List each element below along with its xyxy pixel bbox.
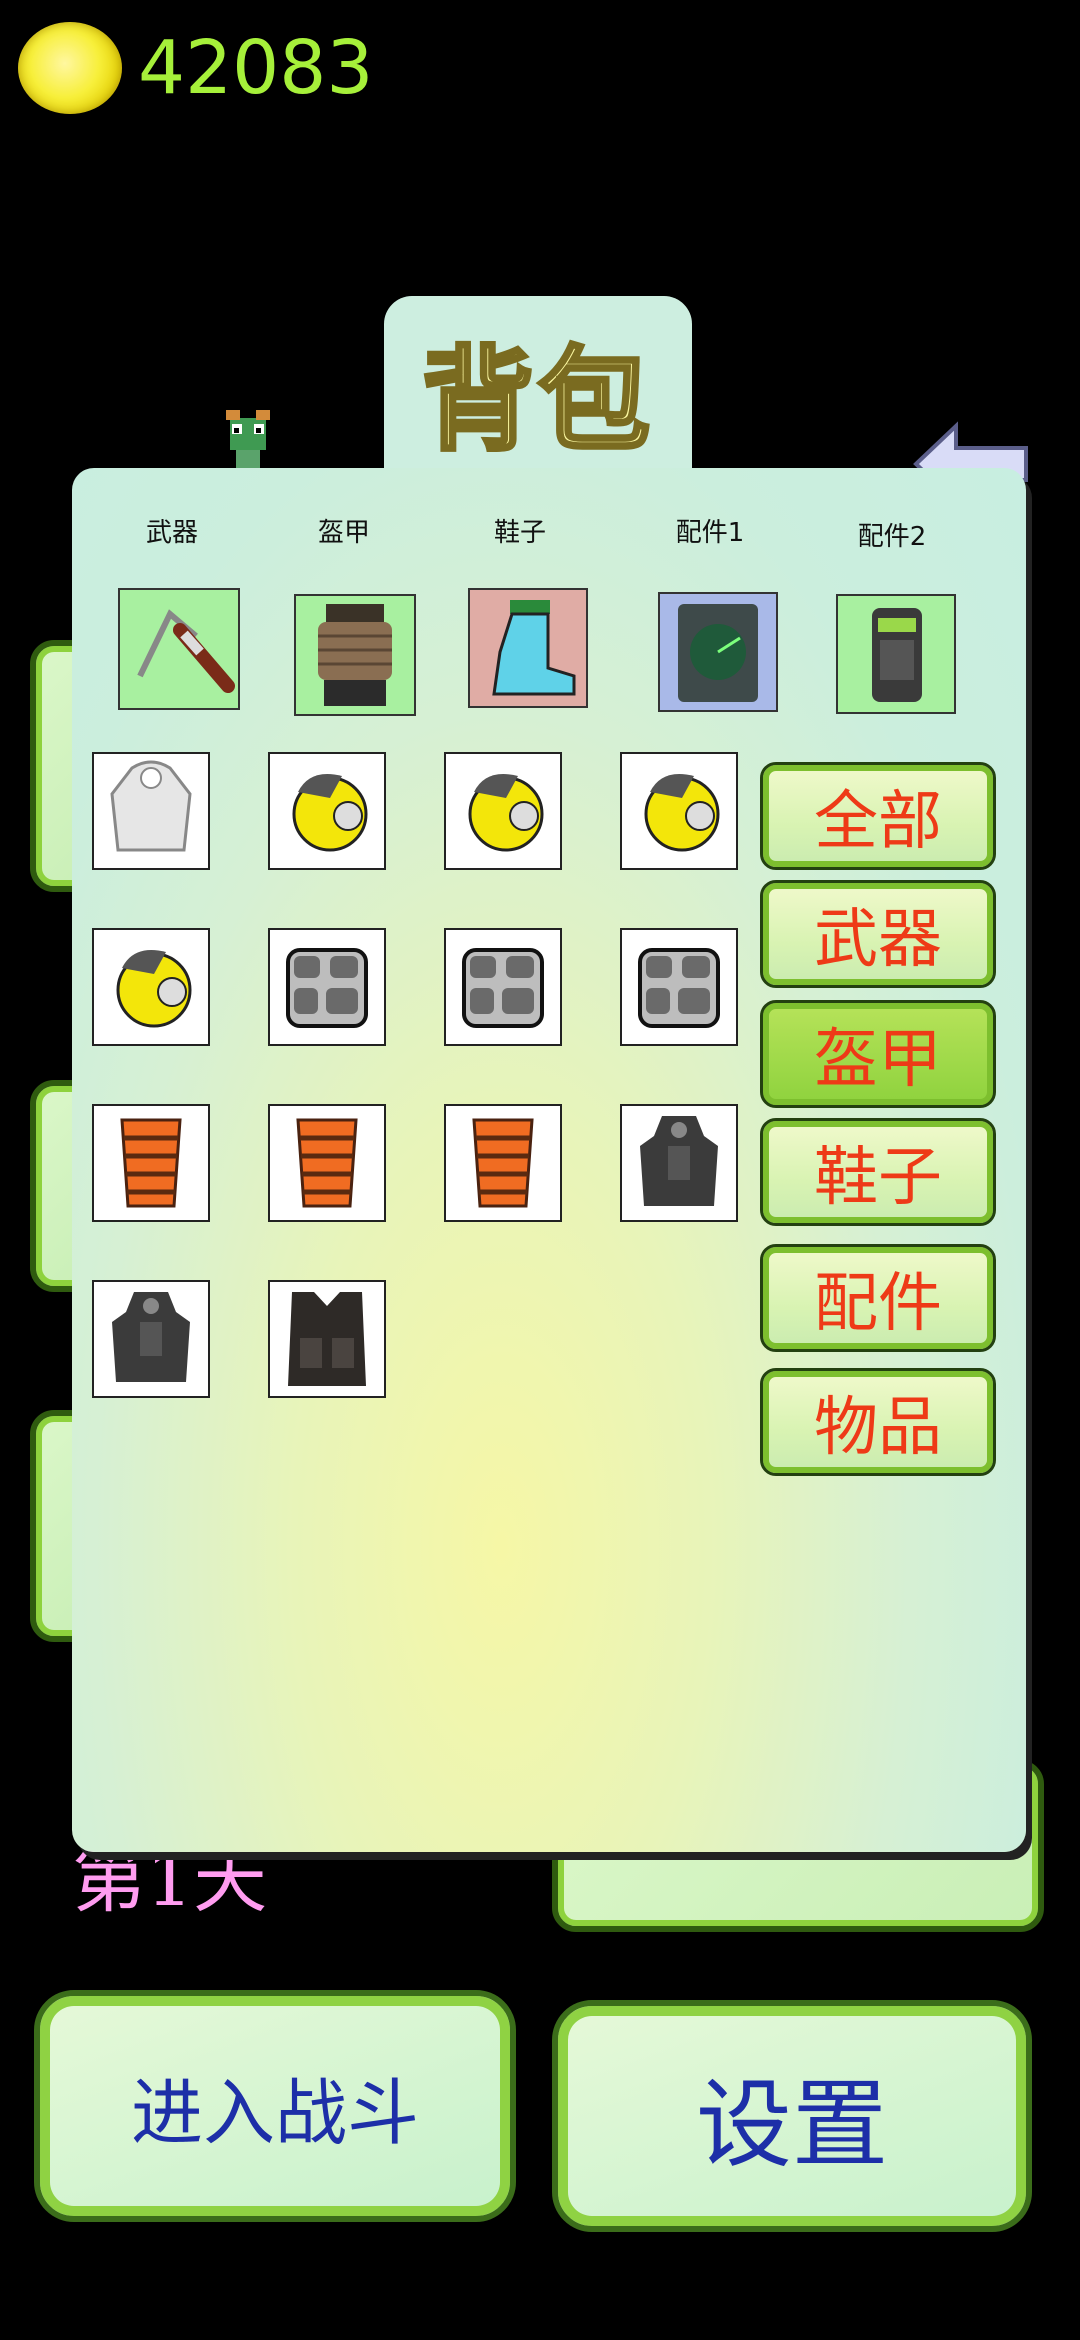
yellow-armor-icon — [116, 950, 192, 1028]
inventory-slot[interactable] — [620, 928, 738, 1046]
coin-icon — [18, 22, 122, 114]
equipped-armor-slot[interactable] — [294, 594, 416, 716]
inventory-slot[interactable] — [444, 1104, 562, 1222]
inventory-slot[interactable] — [92, 928, 210, 1046]
category-armor-button[interactable]: 盔甲 — [760, 1000, 996, 1108]
slot-label-armor: 盔甲 — [317, 518, 370, 548]
inventory-slot[interactable] — [268, 1280, 386, 1398]
character-sprite — [218, 410, 278, 470]
category-items-button[interactable]: 物品 — [760, 1368, 996, 1476]
hoodie-icon — [110, 760, 192, 852]
tactical-vest-icon — [288, 1292, 366, 1386]
slot-label-accessory-2: 配件2 — [857, 522, 927, 552]
category-all-button[interactable]: 全部 — [760, 762, 996, 870]
equipped-accessory2-slot[interactable] — [836, 594, 956, 714]
slot-label-shoes: 鞋子 — [493, 518, 546, 548]
inventory-slot[interactable] — [444, 928, 562, 1046]
mech-armor-icon — [112, 1292, 190, 1382]
inventory-slot[interactable] — [268, 928, 386, 1046]
settings-button[interactable]: 设置 — [552, 2000, 1032, 2232]
page-title: 背包 — [420, 333, 654, 468]
inventory-slot[interactable] — [268, 1104, 386, 1222]
enter-battle-button[interactable]: 进入战斗 — [34, 1990, 516, 2222]
category-accessory-button[interactable]: 配件 — [760, 1244, 996, 1352]
sickle-weapon-icon — [137, 609, 235, 693]
yellow-armor-icon — [468, 774, 544, 852]
striped-armor-icon — [120, 1118, 182, 1208]
stone-armor-icon — [462, 948, 544, 1028]
slot-label-accessory-1: 配件1 — [675, 518, 745, 548]
stone-armor-icon — [286, 948, 368, 1028]
striped-armor-icon — [472, 1118, 534, 1208]
coin-count: 42083 — [138, 25, 374, 111]
mech-armor-icon — [640, 1116, 718, 1206]
equipped-accessory1-slot[interactable] — [658, 592, 778, 712]
slot-label-weapon: 武器 — [145, 518, 198, 548]
inventory-slot[interactable] — [268, 752, 386, 870]
inventory-slot[interactable] — [620, 1104, 738, 1222]
inventory-slot[interactable] — [620, 752, 738, 870]
yellow-armor-icon — [644, 774, 720, 852]
inventory-slot[interactable] — [92, 752, 210, 870]
boot-icon — [492, 600, 576, 696]
equipped-weapon-slot[interactable] — [118, 588, 240, 710]
radar-device-icon — [678, 604, 758, 702]
stone-armor-icon — [638, 948, 720, 1028]
striped-armor-icon — [296, 1118, 358, 1208]
inventory-slot[interactable] — [92, 1104, 210, 1222]
equipped-shoes-slot[interactable] — [468, 588, 588, 708]
yellow-armor-icon — [292, 774, 368, 852]
category-weapon-button[interactable]: 武器 — [760, 880, 996, 988]
category-shoes-button[interactable]: 鞋子 — [760, 1118, 996, 1226]
scanner-device-icon — [872, 608, 922, 702]
samurai-armor-icon — [318, 604, 392, 706]
inventory-slot[interactable] — [92, 1280, 210, 1398]
inventory-slot[interactable] — [444, 752, 562, 870]
